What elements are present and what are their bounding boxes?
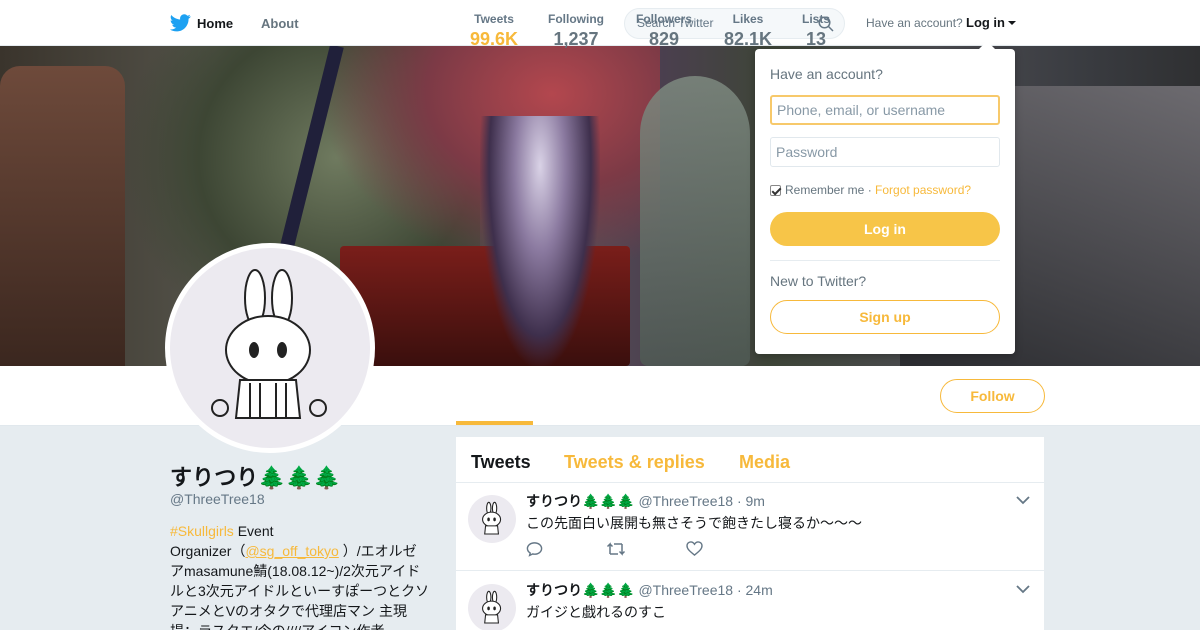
password-input[interactable] [770, 137, 1000, 167]
new-to-twitter-text: New to Twitter? [770, 273, 867, 289]
bunny-avatar-illustration [482, 590, 502, 624]
caret-down-icon [1008, 21, 1016, 25]
tweet-header: すりつり🌲🌲🌲 @ThreeTree18 · 24m [526, 580, 773, 600]
bio-text: Organizer（ [170, 543, 246, 559]
stat-label: Tweets [474, 12, 514, 26]
tweet-text: ガイジと戯れるのすこ [526, 604, 666, 620]
twitter-bird-icon [170, 14, 191, 32]
nav-home-link[interactable]: Home [170, 0, 233, 46]
stat-following[interactable]: Following 1,237 [548, 12, 604, 50]
remember-me-label[interactable]: Remember me [785, 183, 864, 197]
stat-tweets[interactable]: Tweets 99.6K [470, 12, 518, 50]
divider [770, 260, 1000, 261]
profile-handle[interactable]: @ThreeTree18 [170, 491, 265, 507]
chevron-down-icon[interactable] [1016, 495, 1030, 505]
stat-followers[interactable]: Followers 829 [636, 12, 692, 50]
tweet-actions [526, 541, 766, 562]
login-toggle-label: Log in [966, 15, 1005, 30]
bio-text: Event [233, 523, 274, 539]
stat-label: Lists [802, 12, 831, 26]
have-account-text: Have an account? [866, 16, 963, 30]
forgot-password-link[interactable]: Forgot password? [875, 183, 971, 197]
retweet-icon [606, 542, 626, 556]
tweet-header: すりつり🌲🌲🌲 @ThreeTree18 · 9m [526, 491, 765, 511]
tweet-item[interactable]: すりつり🌲🌲🌲 @ThreeTree18 · 24m ガイジと戯れるのすこ [456, 572, 1044, 630]
stat-value: 82.1K [724, 29, 773, 49]
nav-home-label: Home [197, 15, 234, 31]
tweet-author-handle[interactable]: @ThreeTree18 [638, 493, 733, 509]
bio-line: 場：ラスクエ/今の////アイコン作者 [170, 621, 435, 630]
tab-tweets-and-replies[interactable]: Tweets & replies [564, 452, 705, 473]
like-action[interactable] [686, 541, 766, 562]
bio-line: Organizer（@sg_off_tokyo ）/エオルゼ [170, 541, 435, 561]
reply-icon [526, 542, 543, 557]
stat-value: 1,237 [553, 29, 599, 49]
stat-value: 99.6K [470, 29, 519, 49]
stat-likes[interactable]: Likes 82.1K [724, 12, 772, 50]
heart-icon [686, 541, 703, 556]
login-dropdown: Have an account? Remember me · Forgot pa… [755, 41, 1015, 354]
stat-lists[interactable]: Lists 13 [802, 12, 830, 50]
tweet-timestamp[interactable]: · 9m [737, 493, 765, 509]
active-stat-indicator [456, 421, 533, 425]
tab-tweets[interactable]: Tweets [471, 452, 531, 473]
username-input[interactable] [770, 95, 1000, 125]
chevron-down-icon[interactable] [1016, 584, 1030, 594]
tweet-timeline: Tweets Tweets & replies Media すりつり🌲🌲🌲 @Th… [456, 437, 1044, 630]
signup-button[interactable]: Sign up [770, 300, 1000, 334]
tweet-author-name[interactable]: すりつり🌲🌲🌲 [526, 493, 634, 509]
tweet-timestamp[interactable]: · 24m [737, 582, 773, 598]
stat-value: 13 [805, 29, 827, 49]
login-dropdown-toggle[interactable]: Log in [966, 15, 1016, 30]
bio-hashtag-link[interactable]: #Skullgirls [170, 523, 234, 539]
stat-label: Following [548, 12, 604, 26]
reply-action[interactable] [526, 541, 606, 562]
tweet-author-name[interactable]: すりつり🌲🌲🌲 [526, 582, 634, 598]
timeline-tabs: Tweets Tweets & replies Media [456, 437, 1044, 483]
bunny-avatar-illustration [211, 269, 327, 419]
profile-avatar[interactable] [165, 243, 375, 453]
tweet-avatar[interactable] [468, 495, 516, 543]
bio-line: アmasamune鯖(18.08.12~)/2次元アイド [170, 563, 421, 579]
tweet-avatar[interactable] [468, 584, 516, 630]
stat-label: Followers [636, 12, 693, 26]
remember-me-checkbox[interactable] [770, 184, 781, 196]
login-dropdown-title: Have an account? [770, 66, 883, 82]
follow-button[interactable]: Follow [940, 379, 1045, 413]
tweet-author-handle[interactable]: @ThreeTree18 [638, 582, 733, 598]
bio-text: ）/エオルゼ [338, 543, 417, 559]
bio-line: アニメとVのオタクで代理店マン 主現 [170, 603, 407, 619]
tab-media[interactable]: Media [739, 452, 790, 473]
retweet-action[interactable] [606, 541, 686, 562]
tweet-item[interactable]: すりつり🌲🌲🌲 @ThreeTree18 · 9m この先面白い展開も無さそうで飽… [456, 483, 1044, 571]
separator-dot: · [864, 183, 876, 197]
bio-mention-link[interactable]: @sg_off_tokyo [245, 543, 338, 559]
profile-name: すりつり🌲🌲🌲 [170, 465, 341, 490]
bio-line: #Skullgirls Event [170, 521, 435, 541]
stat-value: 829 [648, 29, 680, 49]
stat-label: Likes [732, 12, 764, 26]
profile-bio: #Skullgirls Event Organizer（@sg_off_toky… [170, 521, 435, 630]
login-submit-button[interactable]: Log in [770, 212, 1000, 246]
tweet-text: この先面白い展開も無さそうで飽きたし寝るか～～～ [526, 515, 862, 531]
nav-about-link[interactable]: About [261, 0, 299, 46]
bunny-avatar-illustration [482, 501, 502, 535]
remember-me-row: Remember me · Forgot password? [770, 183, 971, 197]
bio-line: ルと3次元アイドルといーすぽーつとクソ [170, 583, 430, 599]
